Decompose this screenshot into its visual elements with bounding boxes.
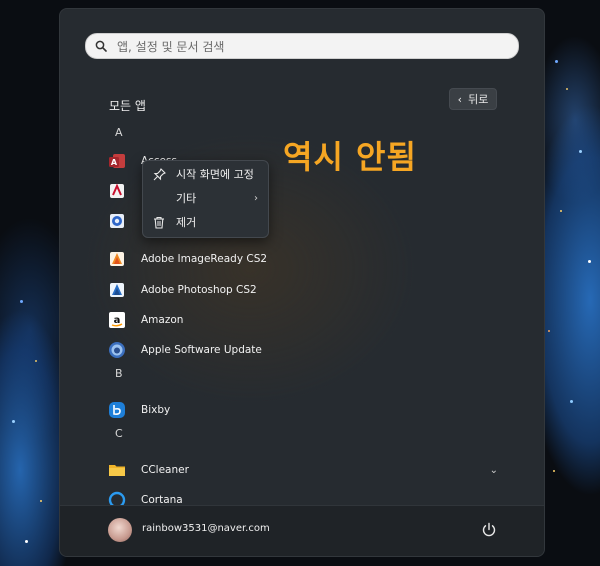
app-item-photoshop[interactable]: Adobe Photoshop CS2 (108, 278, 498, 302)
app-item-imageready[interactable]: Adobe ImageReady CS2 (108, 247, 498, 271)
app-name: Adobe Photoshop CS2 (141, 284, 257, 296)
menu-item-label: 제거 (176, 216, 197, 229)
trash-icon (152, 216, 166, 229)
all-apps-title: 모든 앱 (109, 99, 146, 113)
menu-item-uninstall[interactable]: 제거 (143, 211, 268, 233)
app-name: Amazon (141, 314, 184, 326)
app-item-amazon[interactable]: a Amazon (108, 308, 498, 332)
menu-item-more[interactable]: 기타 › (143, 187, 268, 209)
app-name: Apple Software Update (141, 344, 262, 356)
back-button-label: 뒤로 (468, 93, 489, 106)
start-menu: 앱, 설정 및 문서 검색 모든 앱 ‹ 뒤로 A A Access Adobe… (59, 8, 545, 557)
adobe-app-icon (108, 212, 126, 230)
app-item-ccleaner[interactable]: CCleaner ⌄ (108, 458, 498, 482)
back-button[interactable]: ‹ 뒤로 (449, 88, 497, 110)
context-menu: 시작 화면에 고정 기타 › 제거 (142, 160, 269, 238)
avatar[interactable] (108, 518, 132, 542)
search-box[interactable]: 앱, 설정 및 문서 검색 (85, 33, 519, 59)
chevron-left-icon: ‹ (457, 92, 463, 106)
imageready-icon (108, 250, 126, 268)
app-item-bixby[interactable]: Bixby (108, 398, 498, 422)
svg-text:a: a (114, 315, 121, 326)
svg-text:A: A (111, 158, 118, 167)
app-item-apple-software-update[interactable]: Apple Software Update (108, 338, 498, 362)
pin-icon (152, 167, 166, 181)
folder-icon (108, 461, 126, 479)
search-icon (95, 40, 113, 52)
app-name: Adobe ImageReady CS2 (141, 253, 268, 265)
search-placeholder: 앱, 설정 및 문서 검색 (117, 39, 225, 54)
section-letter-b[interactable]: B (115, 367, 123, 380)
menu-item-label: 시작 화면에 고정 (176, 168, 254, 181)
amazon-icon: a (108, 311, 126, 329)
photoshop-icon (108, 281, 126, 299)
app-name: Bixby (141, 404, 171, 416)
app-name: CCleaner (141, 464, 189, 476)
menu-item-label: 기타 (176, 192, 197, 205)
start-footer: rainbow3531@naver.com (60, 505, 544, 556)
chevron-down-icon[interactable]: ⌄ (490, 465, 498, 476)
section-letter-a[interactable]: A (115, 126, 123, 139)
overlay-caption: 역시 안됨 (283, 138, 417, 176)
apple-update-icon (108, 341, 126, 359)
access-icon: A (108, 152, 126, 170)
bixby-icon (108, 401, 126, 419)
user-email[interactable]: rainbow3531@naver.com (142, 523, 270, 534)
power-icon[interactable] (480, 521, 498, 539)
chevron-right-icon: › (254, 192, 258, 204)
acrobat-icon (108, 182, 126, 200)
section-letter-c[interactable]: C (115, 427, 123, 440)
menu-item-pin-to-start[interactable]: 시작 화면에 고정 (143, 163, 268, 185)
